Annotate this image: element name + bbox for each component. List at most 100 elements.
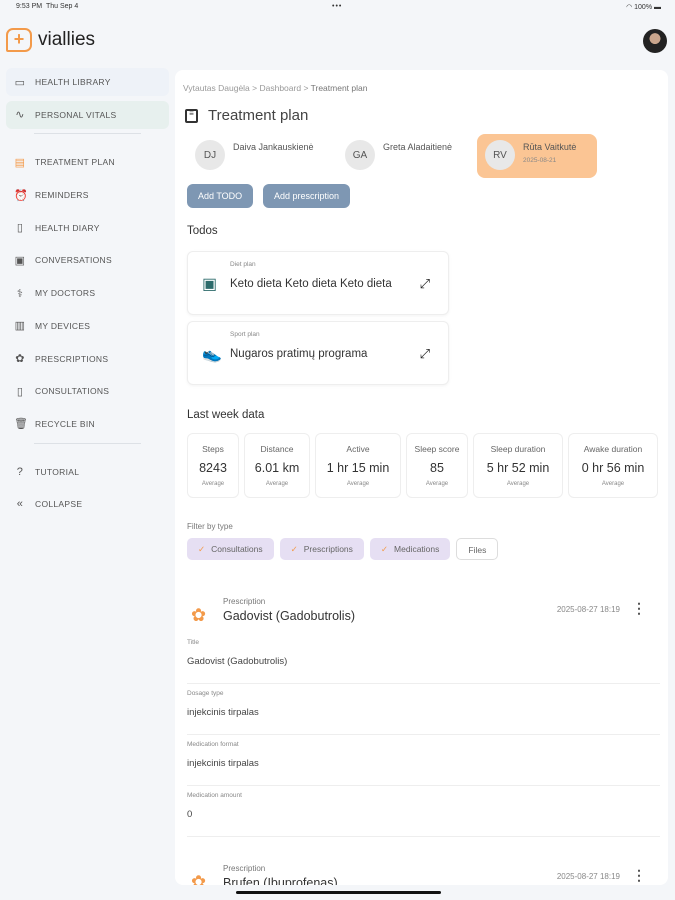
sidebar-item-recycle-bin[interactable]: 🗑 RECYCLE BIN bbox=[6, 410, 169, 438]
filter-chip[interactable]: ✓ Consultations bbox=[187, 538, 274, 560]
prescription-header: ✿ Prescription Brufen (Ibuprofenas) 2025… bbox=[187, 864, 660, 885]
stat-label: Active bbox=[346, 444, 370, 454]
filter-chips: ✓ Consultations ✓ Prescriptions ✓ Medications… bbox=[187, 538, 499, 560]
sidebar-item-label: TREATMENT PLAN bbox=[35, 157, 115, 168]
sidebar-item-my-devices[interactable]: ▥ MY DEVICES bbox=[6, 312, 169, 340]
todo-card-sport[interactable]: 👟 Sport plan Nugaros pratimų programa ⤢ bbox=[187, 321, 449, 385]
prescription-field: Title Gadovist (Gadobutrolis) bbox=[187, 633, 660, 684]
stat-label: Awake duration bbox=[583, 444, 643, 454]
patient-avatar: GA bbox=[345, 140, 375, 170]
sidebar-item-label: COLLAPSE bbox=[35, 499, 83, 510]
stat-value: 8243 bbox=[199, 461, 227, 475]
sidebar-item-personal-vitals[interactable]: ∿ PERSONAL VITALS bbox=[6, 100, 169, 129]
expand-icon[interactable]: ⤢ bbox=[420, 346, 430, 362]
pulse-icon: ∿ bbox=[15, 109, 25, 122]
more-menu-icon[interactable]: ⋮ bbox=[632, 867, 646, 884]
more-menu-icon[interactable]: ⋮ bbox=[632, 600, 646, 617]
field-label: Dosage type bbox=[187, 690, 224, 697]
stat-value: 5 hr 52 min bbox=[486, 461, 550, 475]
stat-value: 85 bbox=[430, 461, 444, 475]
book-icon: ▯ bbox=[16, 222, 24, 235]
field-value: injekcinis tirpalas bbox=[187, 707, 259, 718]
home-indicator bbox=[236, 891, 441, 894]
chip-label: Consultations bbox=[211, 544, 263, 554]
add-todo-button[interactable]: Add TODO bbox=[187, 184, 254, 208]
page-title: ≡ Treatment plan bbox=[185, 107, 308, 124]
status-dots: ••• bbox=[332, 3, 343, 10]
stat-card: Steps 8243 Average bbox=[187, 433, 239, 498]
sidebar-item-health-diary[interactable]: ▯ HEALTH DIARY bbox=[6, 214, 169, 242]
chat-icon: ▣ bbox=[14, 254, 26, 267]
sidebar-item-label: RECYCLE BIN bbox=[35, 418, 95, 429]
prescription-kind: Prescription bbox=[223, 864, 266, 873]
sidebar-item-reminders[interactable]: ⏰ REMINDERS bbox=[6, 181, 169, 209]
prescription-date: 2025-08-27 18:19 bbox=[556, 872, 620, 881]
patient-chip[interactable]: DJ Daiva Jankauskienė bbox=[187, 134, 332, 178]
sidebar-divider bbox=[34, 133, 141, 135]
stat-card: Active 1 hr 15 min Average bbox=[315, 433, 401, 498]
prescription-field: Medication format injekcinis tirpalas bbox=[187, 735, 660, 786]
page-title-text: Treatment plan bbox=[208, 107, 309, 124]
stat-label: Sleep duration bbox=[490, 444, 546, 454]
chip-label: Files bbox=[468, 545, 487, 555]
status-time: 9:53 PM Thu Sep 4 bbox=[16, 3, 79, 10]
trash-icon: 🗑 bbox=[14, 418, 29, 431]
sidebar-item-health-library[interactable]: ▭ HEALTH LIBRARY bbox=[6, 68, 169, 96]
todo-type: Sport plan bbox=[230, 331, 260, 338]
field-label: Medication amount bbox=[187, 792, 242, 799]
check-icon: ✓ bbox=[198, 544, 206, 554]
stat-label: Distance bbox=[260, 444, 294, 454]
sidebar-item-prescriptions[interactable]: ✿ PRESCRIPTIONS bbox=[6, 345, 169, 373]
todo-text: Keto dieta Keto dieta Keto dieta bbox=[230, 278, 392, 290]
sidebar-item-collapse[interactable]: « COLLAPSE bbox=[6, 490, 169, 518]
prescription-date: 2025-08-27 18:19 bbox=[556, 605, 620, 614]
sidebar-item-treatment-plan[interactable]: ▤ TREATMENT PLAN bbox=[6, 148, 169, 176]
sidebar-item-consultations[interactable]: ▯ CONSULTATIONS bbox=[6, 377, 169, 405]
sidebar-item-conversations[interactable]: ▣ CONVERSATIONS bbox=[6, 246, 169, 274]
field-value: 0 bbox=[187, 809, 193, 820]
patient-name: Rūta Vaitkutė bbox=[523, 142, 577, 152]
sidebar-item-tutorial[interactable]: ? TUTORIAL bbox=[6, 458, 169, 486]
user-avatar[interactable] bbox=[643, 29, 667, 53]
sidebar-item-my-doctors[interactable]: ⚕ MY DOCTORS bbox=[6, 279, 169, 307]
field-label: Medication format bbox=[187, 741, 239, 748]
pills-icon: ✿ bbox=[191, 872, 207, 885]
stethoscope-icon: ⚕ bbox=[16, 287, 24, 300]
collapse-icon: « bbox=[16, 498, 24, 511]
todos-heading: Todos bbox=[187, 225, 218, 237]
field-value: injekcinis tirpalas bbox=[187, 758, 259, 769]
todo-card-diet[interactable]: ▣ Diet plan Keto dieta Keto dieta Keto d… bbox=[187, 251, 449, 315]
app-logo[interactable]: + viallies bbox=[6, 28, 95, 52]
add-prescription-button[interactable]: Add prescription bbox=[263, 184, 351, 208]
filter-chip[interactable]: ✓ Prescriptions bbox=[279, 538, 364, 560]
patient-avatar: DJ bbox=[195, 140, 225, 170]
diet-device-icon: ▣ bbox=[202, 276, 218, 293]
stat-value: 0 hr 56 min bbox=[581, 461, 645, 475]
breadcrumb-link[interactable]: Dashboard bbox=[259, 83, 301, 93]
patient-avatar: RV bbox=[485, 140, 515, 170]
sidebar-item-label: MY DEVICES bbox=[35, 320, 91, 331]
patient-chip[interactable]: RV Rūta Vaitkutė 2025-08-21 bbox=[477, 134, 597, 178]
todo-type: Diet plan bbox=[230, 261, 256, 268]
expand-icon[interactable]: ⤢ bbox=[420, 276, 430, 292]
last-week-heading: Last week data bbox=[187, 409, 265, 421]
clipboard-icon: ▤ bbox=[14, 156, 26, 169]
prescription-name: Brufen (Ibuprofenas) bbox=[223, 876, 338, 885]
stat-card: Sleep duration 5 hr 52 min Average bbox=[473, 433, 563, 498]
stat-card: Sleep score 85 Average bbox=[406, 433, 468, 498]
book-open-icon: ▯ bbox=[16, 385, 24, 398]
sidebar: ▭ HEALTH LIBRARY ∿ PERSONAL VITALS ▤ TREATMEN… bbox=[6, 68, 169, 523]
prescription-name: Gadovist (Gadobutrolis) bbox=[223, 609, 356, 623]
breadcrumb: Vytautas Daugėla > Dashboard > Treatment… bbox=[183, 83, 368, 93]
breadcrumb-link[interactable]: Vytautas Daugėla bbox=[183, 83, 250, 93]
prescription-kind: Prescription bbox=[223, 597, 266, 606]
shoe-icon: 👟 bbox=[202, 346, 222, 363]
stat-sub: Average bbox=[265, 481, 289, 487]
breadcrumb-current: Treatment plan bbox=[310, 83, 368, 93]
patient-chip[interactable]: GA Greta Aladaitienė bbox=[337, 134, 467, 178]
stat-label: Steps bbox=[202, 444, 224, 454]
filter-chip[interactable]: ✓ Medications bbox=[369, 538, 451, 560]
archive-icon: ▭ bbox=[14, 76, 26, 89]
pills-icon: ✿ bbox=[191, 605, 207, 625]
filter-chip[interactable]: Files bbox=[456, 538, 499, 560]
